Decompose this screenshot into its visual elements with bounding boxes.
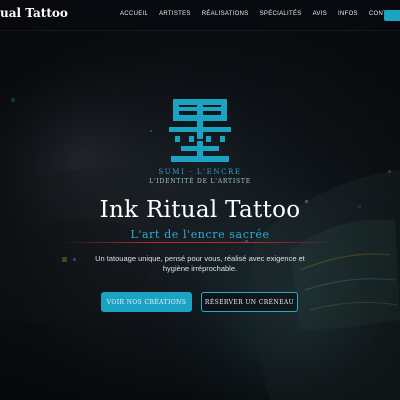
nav-link-avis[interactable]: AVIS bbox=[313, 11, 327, 17]
brand-logo[interactable]: ual Tattoo bbox=[0, 6, 68, 20]
nav-link-infos[interactable]: INFOS bbox=[338, 11, 358, 17]
sumi-ink-kanji-icon bbox=[169, 99, 231, 162]
view-creations-button[interactable]: VOIR NOS CRÉATIONS bbox=[101, 292, 192, 312]
title-divider bbox=[60, 242, 340, 243]
nav-links: ACCUEIL ARTISTES RÉALISATIONS SPÉCIALITÉ… bbox=[120, 11, 400, 17]
nav-link-realisations[interactable]: RÉALISATIONS bbox=[202, 11, 249, 17]
page-subtitle: L'art de l'encre sacrée bbox=[130, 228, 270, 241]
top-navbar: ual Tattoo ACCUEIL ARTISTES RÉALISATIONS… bbox=[0, 0, 400, 31]
nav-cta-button[interactable] bbox=[384, 10, 400, 21]
nav-link-specialites[interactable]: SPÉCIALITÉS bbox=[260, 11, 302, 17]
book-slot-button[interactable]: RÉSERVER UN CRÉNEAU bbox=[201, 292, 298, 312]
logo-subtitle: SUMI · L'ENCRE bbox=[158, 168, 242, 176]
nav-link-artistes[interactable]: ARTISTES bbox=[159, 11, 191, 17]
logo-tagline: L'IDENTITÉ DE L'ARTISTE bbox=[149, 178, 251, 185]
hero-tagline: Un tatouage unique, pensé pour vous, réa… bbox=[95, 254, 305, 273]
nav-link-accueil[interactable]: ACCUEIL bbox=[120, 11, 148, 17]
page-title: Ink Ritual Tattoo bbox=[99, 197, 301, 223]
hero-section: SUMI · L'ENCRE L'IDENTITÉ DE L'ARTISTE I… bbox=[0, 0, 400, 400]
